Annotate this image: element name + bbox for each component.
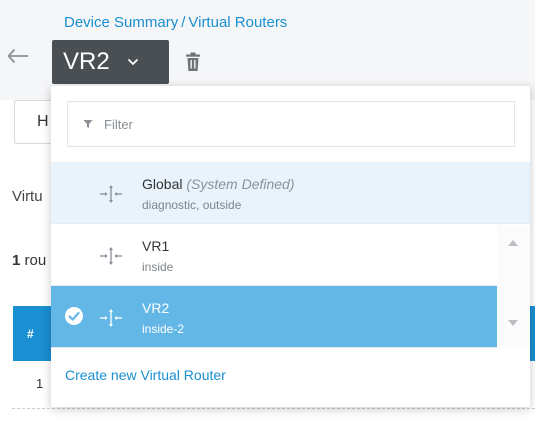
back-arrow-icon[interactable] [6, 46, 30, 66]
trash-icon[interactable] [184, 52, 202, 72]
route-icon [100, 247, 122, 265]
virtual-router-dropdown: Global (System Defined) diagnostic, outs… [51, 86, 530, 407]
router-name: VR1 [142, 238, 170, 254]
page: H Virtu 1 rou # 1 Device Summary / Virtual… [0, 0, 535, 421]
router-list: Global (System Defined) diagnostic, outs… [51, 162, 530, 348]
scroll-up-icon[interactable] [505, 237, 521, 249]
router-name-text: Global [142, 176, 183, 192]
router-interfaces: inside [142, 260, 174, 274]
chevron-down-icon [127, 59, 138, 65]
virtual-router-select[interactable]: VR2 [52, 40, 169, 84]
breadcrumb-device-summary[interactable]: Device Summary [64, 14, 178, 31]
breadcrumb: Device Summary / Virtual Routers [64, 14, 287, 31]
router-name: Global (System Defined) [142, 176, 295, 192]
system-defined-tag: (System Defined) [186, 176, 295, 192]
list-item-global[interactable]: Global (System Defined) diagnostic, outs… [51, 162, 530, 224]
router-interfaces: inside-2 [142, 322, 185, 336]
scroll-down-icon[interactable] [505, 317, 521, 329]
tab-label: H [37, 113, 49, 130]
router-name: VR2 [142, 300, 170, 316]
router-count-text: rou [24, 252, 47, 269]
router-count-number: 1 [12, 252, 21, 269]
create-virtual-router-link[interactable]: Create new Virtual Router [65, 367, 226, 383]
breadcrumb-virtual-routers[interactable]: Virtual Routers [188, 14, 287, 31]
section-label: Virtu [12, 188, 43, 205]
router-count: 1 rou [12, 252, 46, 269]
router-interfaces: diagnostic, outside [142, 198, 242, 212]
route-icon [100, 309, 122, 327]
list-item-vr2[interactable]: VR2 inside-2 [51, 286, 497, 348]
virtual-router-select-value: VR2 [63, 48, 110, 75]
filter-icon [83, 120, 93, 128]
filter-box[interactable] [67, 101, 515, 147]
checkmark-icon [65, 307, 83, 325]
route-icon [100, 185, 122, 203]
scrollbar[interactable] [497, 225, 530, 345]
list-item-vr1[interactable]: VR1 inside [51, 224, 497, 286]
breadcrumb-separator: / [181, 14, 186, 31]
filter-input[interactable] [102, 115, 486, 133]
divider [12, 408, 535, 409]
table-row-number: 1 [36, 376, 44, 391]
column-number-header: # [27, 327, 34, 341]
